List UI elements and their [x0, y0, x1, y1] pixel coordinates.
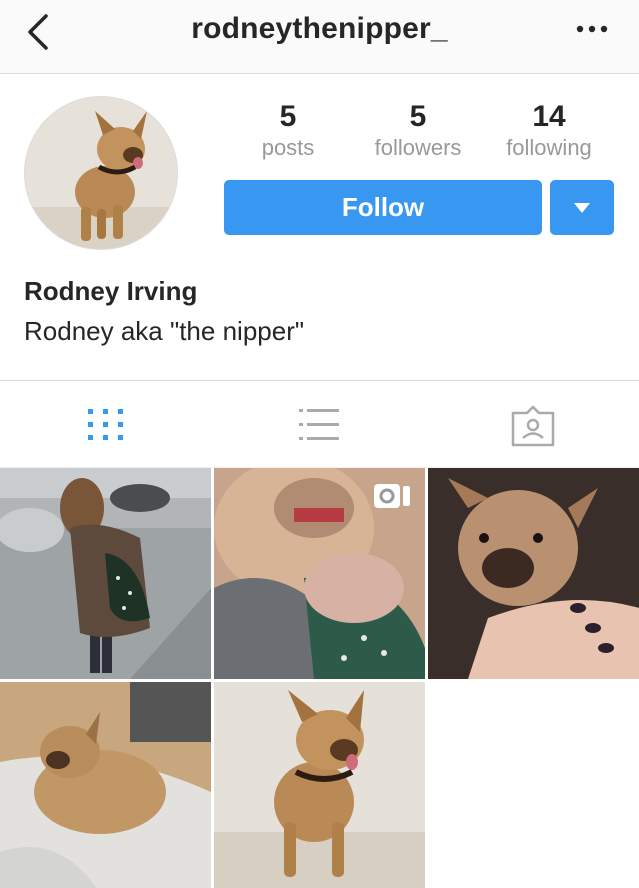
profile-avatar[interactable]	[24, 96, 178, 250]
view-tabs	[0, 380, 639, 468]
suggestions-dropdown-button[interactable]	[550, 180, 614, 235]
post-thumbnail-3[interactable]	[428, 468, 639, 679]
post-thumbnail-2[interactable]	[214, 468, 425, 679]
stat-posts[interactable]: 5 posts	[248, 100, 328, 162]
caret-down-icon	[574, 203, 590, 213]
tab-list-view[interactable]	[213, 381, 426, 469]
stat-following[interactable]: 14 following	[490, 100, 608, 162]
profile-bio: Rodney aka "the nipper"	[24, 316, 305, 346]
list-icon	[299, 409, 339, 440]
following-count: 14	[532, 100, 566, 133]
stat-followers[interactable]: 5 followers	[358, 100, 478, 162]
tagged-icon	[511, 405, 555, 447]
profile-full-name: Rodney Irving	[24, 276, 198, 306]
more-options-button[interactable]	[575, 22, 609, 36]
follow-button[interactable]: Follow	[224, 180, 542, 235]
more-dots-icon	[576, 25, 608, 33]
followers-count: 5	[409, 100, 427, 133]
post-thumbnail-1[interactable]	[0, 468, 211, 679]
post-thumbnail-5[interactable]	[214, 682, 425, 888]
top-bar: rodneythenipper_	[0, 0, 639, 74]
avatar-photo	[25, 97, 177, 249]
tab-grid-view[interactable]	[0, 381, 213, 469]
posts-count: 5	[279, 100, 297, 133]
posts-label: posts	[261, 135, 315, 160]
post-thumbnail-4[interactable]	[0, 682, 211, 888]
tab-tagged[interactable]	[426, 381, 639, 469]
posts-grid	[0, 468, 639, 888]
profile-username: rodneythenipper_	[191, 12, 448, 45]
following-label: following	[506, 135, 592, 160]
followers-label: followers	[374, 135, 462, 160]
grid-icon	[88, 409, 123, 440]
video-icon	[374, 484, 410, 508]
